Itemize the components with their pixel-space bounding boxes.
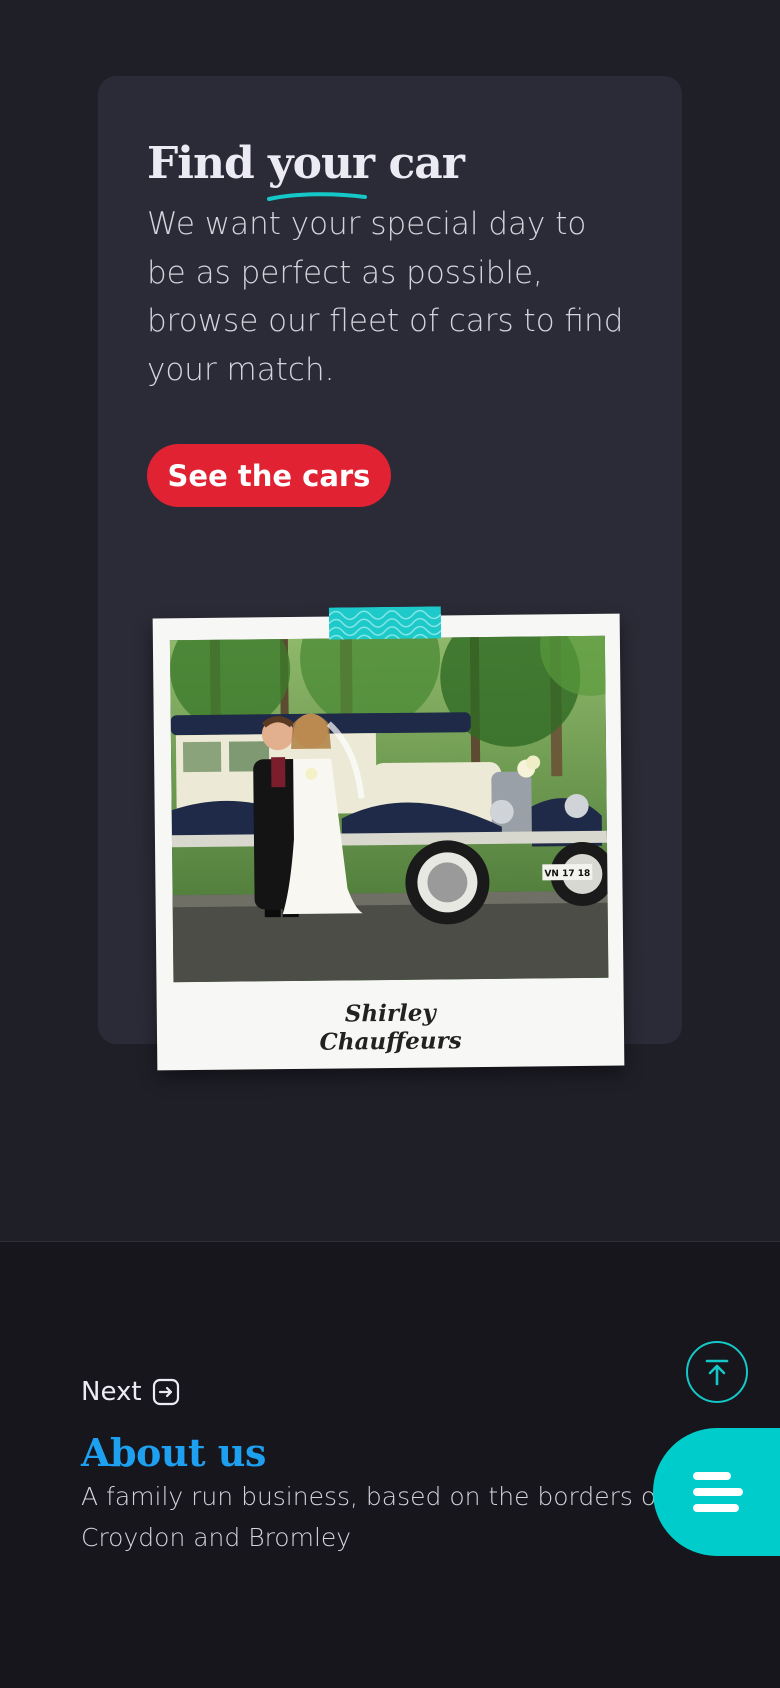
polaroid-photo: VN 17 18 Shirley Chauffeurs	[152, 613, 625, 1071]
arrow-right-box-icon	[152, 1378, 179, 1406]
polaroid-caption-logo: Shirley Chauffeurs	[157, 998, 625, 1059]
card-description: We want your special day to be as perfec…	[147, 206, 624, 388]
caption-line-2: Chauffeurs	[319, 1027, 462, 1056]
plate-text: VN 17 18	[544, 869, 590, 879]
title-word-car: car	[374, 138, 464, 189]
menu-bar-1	[693, 1472, 731, 1480]
next-page-title-link[interactable]: About us	[81, 1430, 266, 1475]
page: Find your car We want your special day t…	[0, 0, 780, 1688]
menu-bar-2	[693, 1488, 743, 1496]
next-page-description: A family run business, based on the bord…	[81, 1482, 665, 1552]
wedding-car-photo: VN 17 18	[169, 635, 609, 983]
see-the-cars-button[interactable]: See the cars	[147, 444, 391, 507]
scroll-to-top-button[interactable]	[686, 1341, 748, 1403]
title-word-find: Find	[147, 138, 269, 189]
menu-button[interactable]	[653, 1428, 780, 1556]
card-title: Find your car	[147, 138, 465, 201]
title-highlight: your	[267, 138, 375, 201]
next-label: Next	[81, 1377, 142, 1407]
wedding-car-illustration: VN 17 18	[169, 635, 609, 983]
title-word-your: your	[268, 138, 375, 189]
next-link[interactable]: Next	[81, 1377, 180, 1407]
menu-bar-3	[693, 1504, 739, 1512]
washi-tape-icon	[328, 606, 442, 640]
arrow-up-circle-icon	[705, 1359, 729, 1386]
